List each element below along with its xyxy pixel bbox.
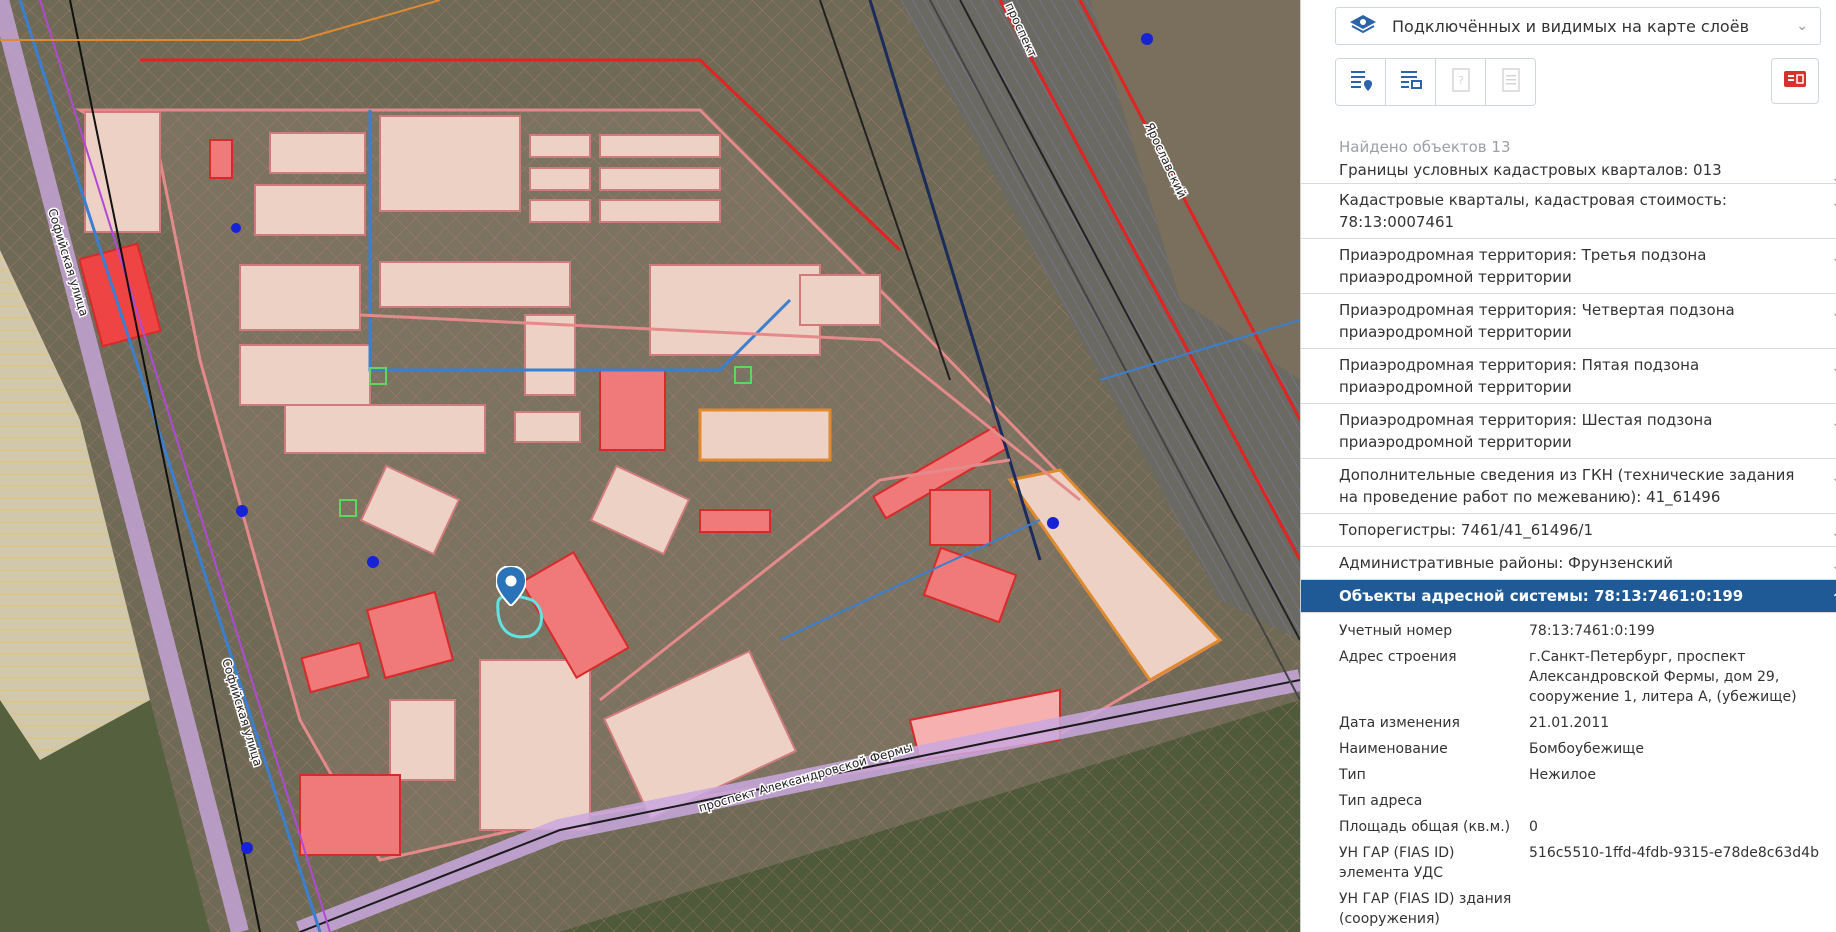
detail-row: Наименование Бомбоубежище — [1339, 739, 1836, 759]
detail-row: Дата изменения 21.01.2011 — [1339, 713, 1836, 733]
toolbar: ? — [1335, 58, 1536, 106]
result-item[interactable]: Границы условных кадастровых кварталов: … — [1301, 160, 1836, 184]
chevron-down-icon: ⌄ — [1831, 412, 1836, 434]
layer-filter-label: Подключённых и видимых на карте слоёв — [1392, 16, 1749, 36]
details-table: Учетный номер 78:13:7461:0:199 Адрес стро… — [1301, 613, 1836, 929]
export-button[interactable] — [1771, 58, 1819, 104]
chevron-down-icon: ⌄ — [1831, 247, 1836, 269]
detail-value — [1529, 889, 1836, 929]
info-panel: Подключённых и видимых на карте слоёв ⌄ … — [1300, 0, 1836, 932]
layer-filter-select[interactable]: Подключённых и видимых на карте слоёв ⌄ — [1335, 7, 1821, 45]
result-label: Кадастровые кварталы, кадастровая стоимо… — [1339, 191, 1727, 231]
found-count: Найдено объектов 13 — [1339, 138, 1511, 156]
detail-label: УН ГАР (FIAS ID) здания (сооружения) — [1339, 891, 1512, 927]
chevron-down-icon: ⌄ — [1831, 302, 1836, 324]
detail-label: Учетный номер — [1339, 623, 1453, 639]
detail-value: 78:13:7461:0:199 — [1529, 623, 1655, 639]
result-label: Приаэродромная территория: Пятая подзона… — [1339, 356, 1700, 396]
result-label: Приаэродромная территория: Четвертая под… — [1339, 301, 1735, 341]
detail-row: Учетный номер 78:13:7461:0:199 — [1339, 621, 1836, 641]
detail-value: 0 — [1529, 819, 1538, 835]
question-doc-icon: ? — [1449, 67, 1473, 97]
chevron-down-icon: ⌄ — [1831, 192, 1836, 214]
result-item[interactable]: Дополнительные сведения из ГКН (техничес… — [1301, 459, 1836, 514]
detail-label: Тип — [1339, 767, 1366, 783]
export-red-icon — [1782, 68, 1808, 94]
chevron-down-icon: ⌄ — [1831, 555, 1836, 577]
document-button[interactable] — [1486, 59, 1535, 105]
svg-text:?: ? — [1458, 74, 1464, 87]
chevron-down-icon: ⌄ — [1831, 357, 1836, 379]
map-canvas[interactable]: проспект Александровской Фермы Софийская… — [0, 0, 1300, 932]
chevron-down-icon: ⌄ — [1831, 467, 1836, 489]
question-doc-button[interactable]: ? — [1436, 59, 1486, 105]
result-label: Топорегистры: 7461/41_61496/1 — [1339, 521, 1594, 539]
result-label: Границы условных кадастровых кварталов: … — [1339, 161, 1722, 179]
detail-row: Адрес строения г.Санкт-Петербург, проспек… — [1339, 647, 1836, 707]
result-item-active[interactable]: Объекты адресной системы: 78:13:7461:0:1… — [1301, 580, 1836, 613]
detail-row: УН ГАР (FIAS ID) здания (сооружения) — [1339, 889, 1836, 929]
result-label: Административные районы: Фрунзенский — [1339, 554, 1673, 572]
detail-value: Бомбоубежище — [1529, 741, 1644, 757]
list-tree-button[interactable] — [1386, 59, 1436, 105]
detail-label: УН ГАР (FIAS ID) элемента УДС — [1339, 845, 1455, 881]
detail-row: УН ГАР (FIAS ID) элемента УДС 516c5510-1f… — [1339, 843, 1836, 883]
layers-icon — [1348, 13, 1378, 39]
chevron-down-icon: ⌄ — [1796, 18, 1808, 34]
result-item[interactable]: Приаэродромная территория: Пятая подзона… — [1301, 349, 1836, 404]
detail-label: Тип адреса — [1339, 793, 1423, 809]
detail-label: Площадь общая (кв.м.) — [1339, 819, 1511, 835]
detail-value: Нежилое — [1529, 767, 1596, 783]
detail-value: г.Санкт-Петербург, проспект Александровс… — [1529, 649, 1797, 705]
list-marker-icon — [1348, 68, 1374, 96]
chevron-down-icon: ⌄ — [1831, 522, 1836, 544]
result-label: Объекты адресной системы: 78:13:7461:0:1… — [1339, 587, 1744, 605]
detail-label: Наименование — [1339, 741, 1448, 757]
result-item[interactable]: Приаэродромная территория: Шестая подзон… — [1301, 404, 1836, 459]
result-item[interactable]: Топорегистры: 7461/41_61496/1 ⌄ — [1301, 514, 1836, 547]
detail-label: Дата изменения — [1339, 715, 1460, 731]
map-view[interactable]: проспект Александровской Фермы Софийская… — [0, 0, 1300, 932]
chevron-down-icon: ⌄ — [1831, 168, 1836, 183]
detail-value: 516c5510-1ffd-4fdb-9315-e78de8c63d4b — [1529, 845, 1819, 861]
results-list: Границы условных кадастровых кварталов: … — [1301, 160, 1836, 932]
detail-row: Тип Нежилое — [1339, 765, 1836, 785]
detail-row: Площадь общая (кв.м.) 0 — [1339, 817, 1836, 837]
result-item[interactable]: Кадастровые кварталы, кадастровая стоимо… — [1301, 184, 1836, 239]
result-item[interactable]: Административные районы: Фрунзенский ⌄ — [1301, 547, 1836, 580]
chevron-up-icon: ⌃ — [1831, 588, 1836, 610]
detail-row: Тип адреса — [1339, 791, 1836, 811]
detail-label: Адрес строения — [1339, 649, 1457, 665]
result-item[interactable]: Приаэродромная территория: Третья подзон… — [1301, 239, 1836, 294]
location-pin-icon[interactable] — [496, 566, 526, 606]
list-tree-icon — [1398, 68, 1424, 96]
detail-value — [1529, 791, 1836, 811]
result-label: Приаэродромная территория: Третья подзон… — [1339, 246, 1707, 286]
detail-value: 21.01.2011 — [1529, 715, 1610, 731]
result-label: Приаэродромная территория: Шестая подзон… — [1339, 411, 1713, 451]
list-marker-button[interactable] — [1336, 59, 1386, 105]
result-item[interactable]: Приаэродромная территория: Четвертая под… — [1301, 294, 1836, 349]
result-label: Дополнительные сведения из ГКН (техничес… — [1339, 466, 1795, 506]
document-icon — [1499, 67, 1523, 97]
